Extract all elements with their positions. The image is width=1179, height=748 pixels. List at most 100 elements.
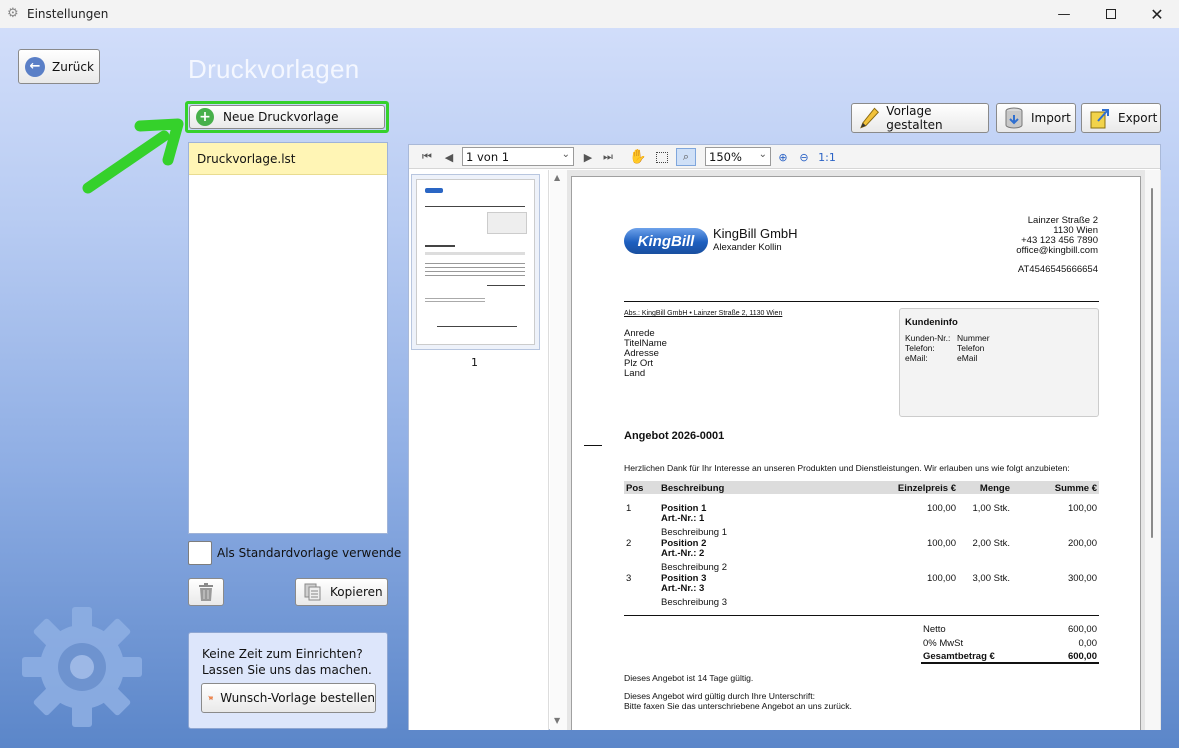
column-price: Einzelpreis €: [897, 483, 956, 494]
pencil-icon: [860, 107, 880, 129]
import-label: Import: [1031, 111, 1071, 125]
scrollbar-thumb[interactable]: [1151, 188, 1153, 538]
last-page-button[interactable]: ⏭: [600, 148, 616, 166]
zoom-in-icon: ⊕: [778, 150, 788, 164]
zoom-in-button[interactable]: ⊕: [775, 148, 791, 166]
validity-note: Dieses Angebot ist 14 Tage gültig.: [624, 673, 754, 683]
thumbnail-page: [416, 179, 535, 345]
plus-icon: +: [196, 108, 214, 126]
design-template-button[interactable]: Vorlage gestalten: [851, 103, 989, 133]
row-quantity: 2,00 Stk.: [972, 538, 1011, 549]
close-icon: ✕: [1150, 4, 1164, 24]
customer-info-box: Kundeninfo Kunden-Nr.: Nummer Telefon: T…: [899, 308, 1099, 417]
thumbnail-pane: 1: [409, 170, 549, 730]
copy-label: Kopieren: [330, 585, 383, 599]
arrow-annotation-icon: [82, 118, 184, 194]
gear-icon: ⚙: [7, 6, 19, 21]
chevron-down-icon: ⌄: [758, 149, 767, 160]
row-quantity: 1,00 Stk.: [972, 503, 1011, 514]
title-bar: ⚙ Einstellungen — ✕: [0, 0, 1179, 28]
company-vat: AT4546545666654: [1017, 264, 1098, 275]
column-quantity: Menge: [979, 483, 1010, 494]
actual-size-button[interactable]: 1:1: [817, 148, 837, 166]
page-thumbnail[interactable]: [411, 174, 540, 350]
back-button[interactable]: ← Zurück: [18, 49, 100, 84]
total-vat-value: 0,00: [1078, 638, 1098, 649]
zoom-out-button[interactable]: ⊖: [796, 148, 812, 166]
zoom-tool-button[interactable]: ⌕: [676, 148, 696, 166]
row-pos: 1: [626, 503, 632, 514]
print-preview: ⏮ ◀ 1 von 1 ⌄ ▶ ⏭ ✋ ⌕ 150% ⌄ ⊕ ⊖ 1:1 1 ▲…: [408, 144, 1161, 730]
export-label: Export: [1118, 111, 1158, 125]
thumbnail-logo: [425, 188, 443, 193]
hand-tool-button[interactable]: ✋: [629, 148, 647, 166]
page-scrollbar[interactable]: [1145, 170, 1160, 730]
next-page-button[interactable]: ▶: [581, 148, 595, 166]
row-description: Beschreibung 2: [661, 562, 728, 573]
order-template-button[interactable]: Wunsch-Vorlage bestellen: [201, 683, 376, 713]
copy-button[interactable]: Kopieren: [295, 578, 388, 606]
row-sum: 100,00: [1067, 503, 1097, 514]
page-select-value: 1 von 1: [466, 149, 510, 164]
row-pos: 2: [626, 538, 632, 549]
column-description: Beschreibung: [661, 483, 725, 494]
promo-line-2: Lassen Sie uns das machen.: [202, 663, 372, 677]
row-price: 100,00: [926, 538, 956, 549]
minimize-button[interactable]: —: [1041, 0, 1087, 28]
import-button[interactable]: Import: [996, 103, 1076, 133]
standard-template-checkbox[interactable]: [188, 541, 212, 565]
promo-line-1: Keine Zeit zum Einrichten?: [202, 647, 363, 661]
total-vat-label: 0% MwSt: [923, 638, 964, 649]
row-description: Beschreibung 3: [661, 597, 728, 608]
selection-icon: [656, 151, 668, 163]
trash-icon: [199, 583, 213, 601]
standard-template-label: Als Standardvorlage verwende: [217, 546, 402, 560]
zoom-area-icon: ⌕: [682, 150, 690, 163]
grand-total-label: Gesamtbetrag €: [923, 651, 995, 662]
export-icon: [1090, 109, 1109, 129]
customer-email-value: eMail: [957, 353, 978, 363]
grand-total-value: 600,00: [1067, 651, 1097, 662]
customer-info-title: Kundeninfo: [905, 317, 958, 328]
design-template-label: Vorlage gestalten: [886, 104, 943, 132]
chevron-down-icon: ⌄: [561, 149, 570, 160]
row-price: 100,00: [926, 503, 956, 514]
row-description: Beschreibung 1: [661, 527, 728, 538]
select-tool-button[interactable]: [653, 148, 671, 166]
first-page-button[interactable]: ⏮: [419, 148, 435, 166]
previous-page-button[interactable]: ◀: [442, 148, 456, 166]
template-list[interactable]: Druckvorlage.lst: [188, 142, 388, 534]
scroll-up-icon: ▲: [554, 173, 561, 182]
zoom-select[interactable]: 150% ⌄: [705, 147, 771, 166]
new-template-button[interactable]: + Neue Druckvorlage: [189, 105, 385, 129]
signature-note-1: Dieses Angebot wird gültig durch Ihre Un…: [624, 691, 816, 701]
minimize-icon: —: [1057, 6, 1071, 22]
close-button[interactable]: ✕: [1134, 0, 1179, 28]
maximize-button[interactable]: [1088, 0, 1134, 28]
row-pos: 3: [626, 573, 632, 584]
template-name: Druckvorlage.lst: [197, 151, 296, 166]
export-button[interactable]: Export: [1081, 103, 1161, 133]
total-net-label: Netto: [923, 624, 946, 635]
row-sum: 300,00: [1067, 573, 1097, 584]
row-article: Art.-Nr.: 2: [661, 548, 705, 559]
promo-box: Keine Zeit zum Einrichten? Lassen Sie un…: [188, 632, 388, 729]
maximize-icon: [1106, 9, 1116, 19]
order-template-label: Wunsch-Vorlage bestellen: [220, 691, 375, 705]
gear-icon: [22, 607, 142, 727]
company-name: KingBill GmbH: [713, 226, 798, 241]
customer-email-label: eMail:: [905, 353, 928, 363]
zoom-out-icon: ⊖: [799, 150, 809, 164]
delete-button[interactable]: [188, 578, 224, 606]
thumbnail-page-number: 1: [471, 356, 478, 369]
page-select[interactable]: 1 von 1 ⌄: [462, 147, 574, 166]
signature-note-2: Bitte faxen Sie das unterschriebene Ange…: [624, 701, 852, 711]
new-template-label: Neue Druckvorlage: [223, 110, 339, 124]
list-item[interactable]: Druckvorlage.lst: [189, 143, 387, 175]
row-sum: 200,00: [1067, 538, 1097, 549]
sender-line: Abs.: KingBill GmbH • Lainzer Straße 2, …: [624, 310, 783, 317]
window-title: Einstellungen: [27, 7, 109, 21]
row-quantity: 3,00 Stk.: [972, 573, 1011, 584]
thumbnail-scrollbar[interactable]: ▲ ▼: [550, 170, 567, 730]
scroll-down-icon: ▼: [554, 716, 561, 725]
